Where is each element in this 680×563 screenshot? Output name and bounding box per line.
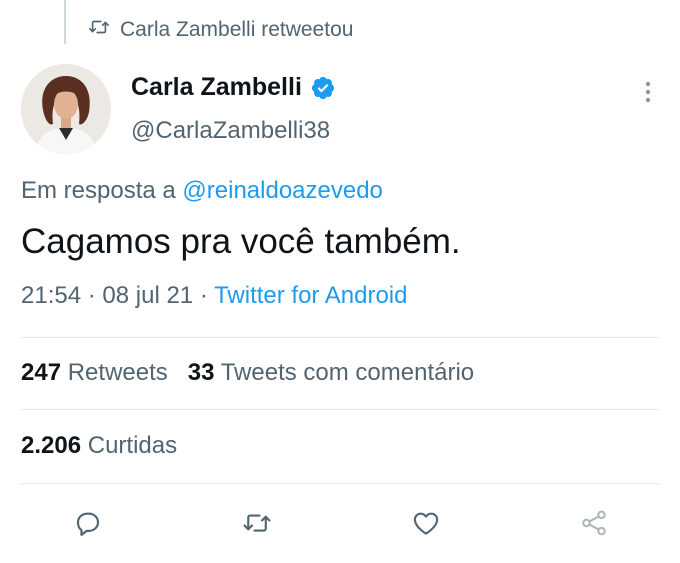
divider xyxy=(21,483,659,484)
retweet-context-icon xyxy=(88,16,110,44)
reply-context: Em resposta a @reinaldoazevedo xyxy=(21,177,383,205)
tweet-text: Cagamos pra você também. xyxy=(21,222,461,261)
quotes-label: Tweets com comentário xyxy=(220,359,475,386)
heart-icon[interactable] xyxy=(409,506,443,540)
likes-stat[interactable]: 2.206 Curtidas xyxy=(21,432,177,459)
tweet-detail: Carla Zambelli retweetou Carla Zambelli … xyxy=(0,0,680,563)
quotes-stat[interactable]: 33 Tweets com comentário xyxy=(188,359,474,386)
author-name[interactable]: Carla Zambelli xyxy=(131,73,336,102)
author-handle[interactable]: @CarlaZambelli38 xyxy=(131,117,330,145)
avatar[interactable] xyxy=(21,64,111,154)
action-bar xyxy=(0,500,680,550)
likes-count: 2.206 xyxy=(21,432,82,459)
retweets-stat[interactable]: 247 Retweets xyxy=(21,359,168,386)
thread-line xyxy=(64,0,66,44)
tweet-time[interactable]: 21:54 xyxy=(21,282,81,309)
tweet-meta: 21:54 · 08 jul 21 · Twitter for Android xyxy=(21,282,407,310)
tweet-date[interactable]: 08 jul 21 xyxy=(102,282,193,309)
share-icon[interactable] xyxy=(577,506,611,540)
meta-separator: · xyxy=(87,282,96,309)
retweet-context-label: Carla Zambelli retweetou xyxy=(120,18,354,41)
reply-prefix: Em resposta a xyxy=(21,177,176,204)
retweet-icon[interactable] xyxy=(240,506,274,540)
stats-likes-row: 2.206 Curtidas xyxy=(21,432,177,460)
divider xyxy=(21,337,659,338)
reply-icon[interactable] xyxy=(71,506,105,540)
reply-mention-link[interactable]: @reinaldoazevedo xyxy=(182,177,383,204)
tweet-source-link[interactable]: Twitter for Android xyxy=(214,282,407,309)
likes-label: Curtidas xyxy=(87,432,178,459)
meta-separator: · xyxy=(199,282,208,309)
author-name-text: Carla Zambelli xyxy=(131,73,302,101)
retweet-context[interactable]: Carla Zambelli retweetou xyxy=(88,16,353,44)
retweets-count: 247 xyxy=(21,359,62,386)
stats-retweets-row: 247 Retweets 33 Tweets com comentário xyxy=(21,359,474,387)
more-vertical-icon[interactable] xyxy=(636,78,660,106)
verified-badge-icon xyxy=(310,75,336,101)
divider xyxy=(21,409,659,410)
quotes-count: 33 xyxy=(187,359,215,386)
retweets-label: Retweets xyxy=(67,359,168,386)
